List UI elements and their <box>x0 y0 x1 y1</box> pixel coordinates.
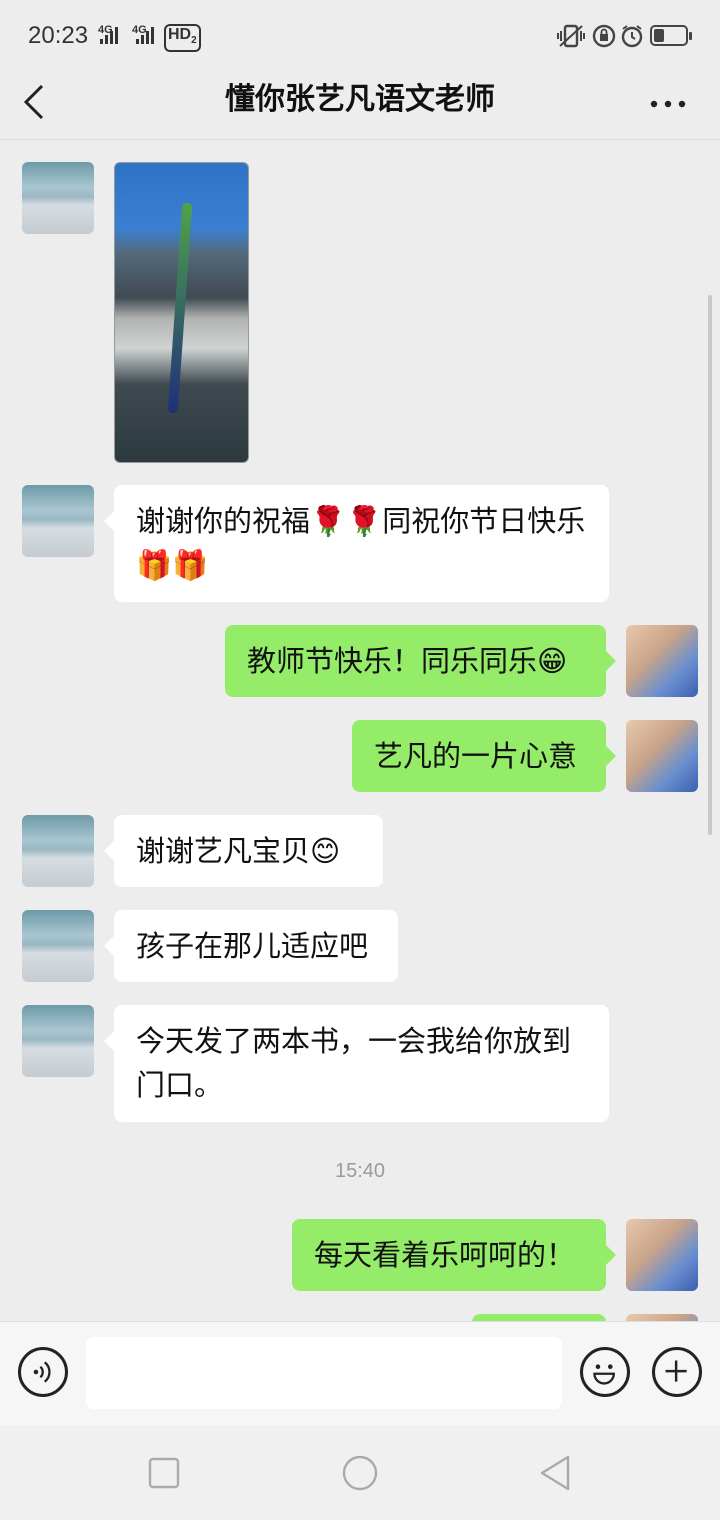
hd-voice-icon: HD2 <box>164 24 201 53</box>
input-bar <box>0 1321 720 1425</box>
voice-icon[interactable] <box>18 1347 68 1397</box>
more-dots-icon[interactable] <box>642 80 694 120</box>
teacher-avatar[interactable] <box>22 1005 94 1077</box>
message-bubble[interactable]: 孩子在那儿适应吧 <box>104 910 398 982</box>
signal-1-icon <box>100 26 118 44</box>
rose-image-detail <box>167 203 193 413</box>
system-nav-bar <box>0 1425 720 1520</box>
teacher-avatar[interactable] <box>22 485 94 557</box>
teacher-avatar[interactable] <box>22 162 94 234</box>
image-message[interactable] <box>114 162 249 463</box>
chat-header: 懂你张艺凡语文老师 <box>0 72 720 140</box>
vibrate-icon <box>557 24 585 48</box>
chat-title: 懂你张艺凡语文老师 <box>225 82 495 117</box>
battery-icon <box>650 25 692 46</box>
recent-apps-icon[interactable] <box>144 1453 184 1493</box>
message-bubble[interactable]: 谢谢艺凡宝贝😊 <box>104 815 383 887</box>
my-avatar[interactable] <box>626 625 698 697</box>
message-bubble[interactable] <box>472 1314 606 1321</box>
message-text-line: 门口。 <box>136 1068 224 1102</box>
alarm-icon <box>621 25 643 48</box>
message-input[interactable] <box>86 1337 562 1409</box>
rotation-lock-icon <box>592 24 616 48</box>
message-item <box>0 141 720 471</box>
message-list: 谢谢你的祝福🌹🌹同祝你节日快乐 🎁🎁 教师节快乐！同乐同乐😁 艺凡的一片心意 谢… <box>0 141 720 1321</box>
message-bubble[interactable]: 艺凡的一片心意 <box>352 720 616 792</box>
my-avatar[interactable] <box>626 720 698 792</box>
message-bubble[interactable]: 教师节快乐！同乐同乐😁 <box>225 625 616 697</box>
my-avatar[interactable] <box>626 1314 698 1321</box>
back-triangle-icon[interactable] <box>536 1453 576 1493</box>
message-bubble[interactable]: 谢谢你的祝福🌹🌹同祝你节日快乐 🎁🎁 <box>104 485 609 602</box>
plus-icon[interactable] <box>652 1347 702 1397</box>
message-bubble[interactable]: 每天看着乐呵呵的！ <box>292 1219 616 1291</box>
message-text-line: 今天发了两本书，一会我给你放到 <box>136 1024 572 1058</box>
message-text-line: 谢谢你的祝福🌹🌹同祝你节日快乐 <box>136 504 586 538</box>
signal-2-icon <box>136 26 154 44</box>
teacher-avatar[interactable] <box>22 815 94 887</box>
home-icon[interactable] <box>340 1453 380 1493</box>
status-bar: 20:23 4G 4G HD2 <box>0 0 720 72</box>
message-bubble[interactable]: 今天发了两本书，一会我给你放到 门口。 <box>104 1005 609 1122</box>
status-time: 20:23 <box>28 22 89 49</box>
teacher-avatar[interactable] <box>22 910 94 982</box>
message-text-line: 🎁🎁 <box>136 548 209 582</box>
emoji-icon[interactable] <box>580 1347 630 1397</box>
my-avatar[interactable] <box>626 1219 698 1291</box>
timestamp-divider: 15:40 <box>334 1160 386 1182</box>
